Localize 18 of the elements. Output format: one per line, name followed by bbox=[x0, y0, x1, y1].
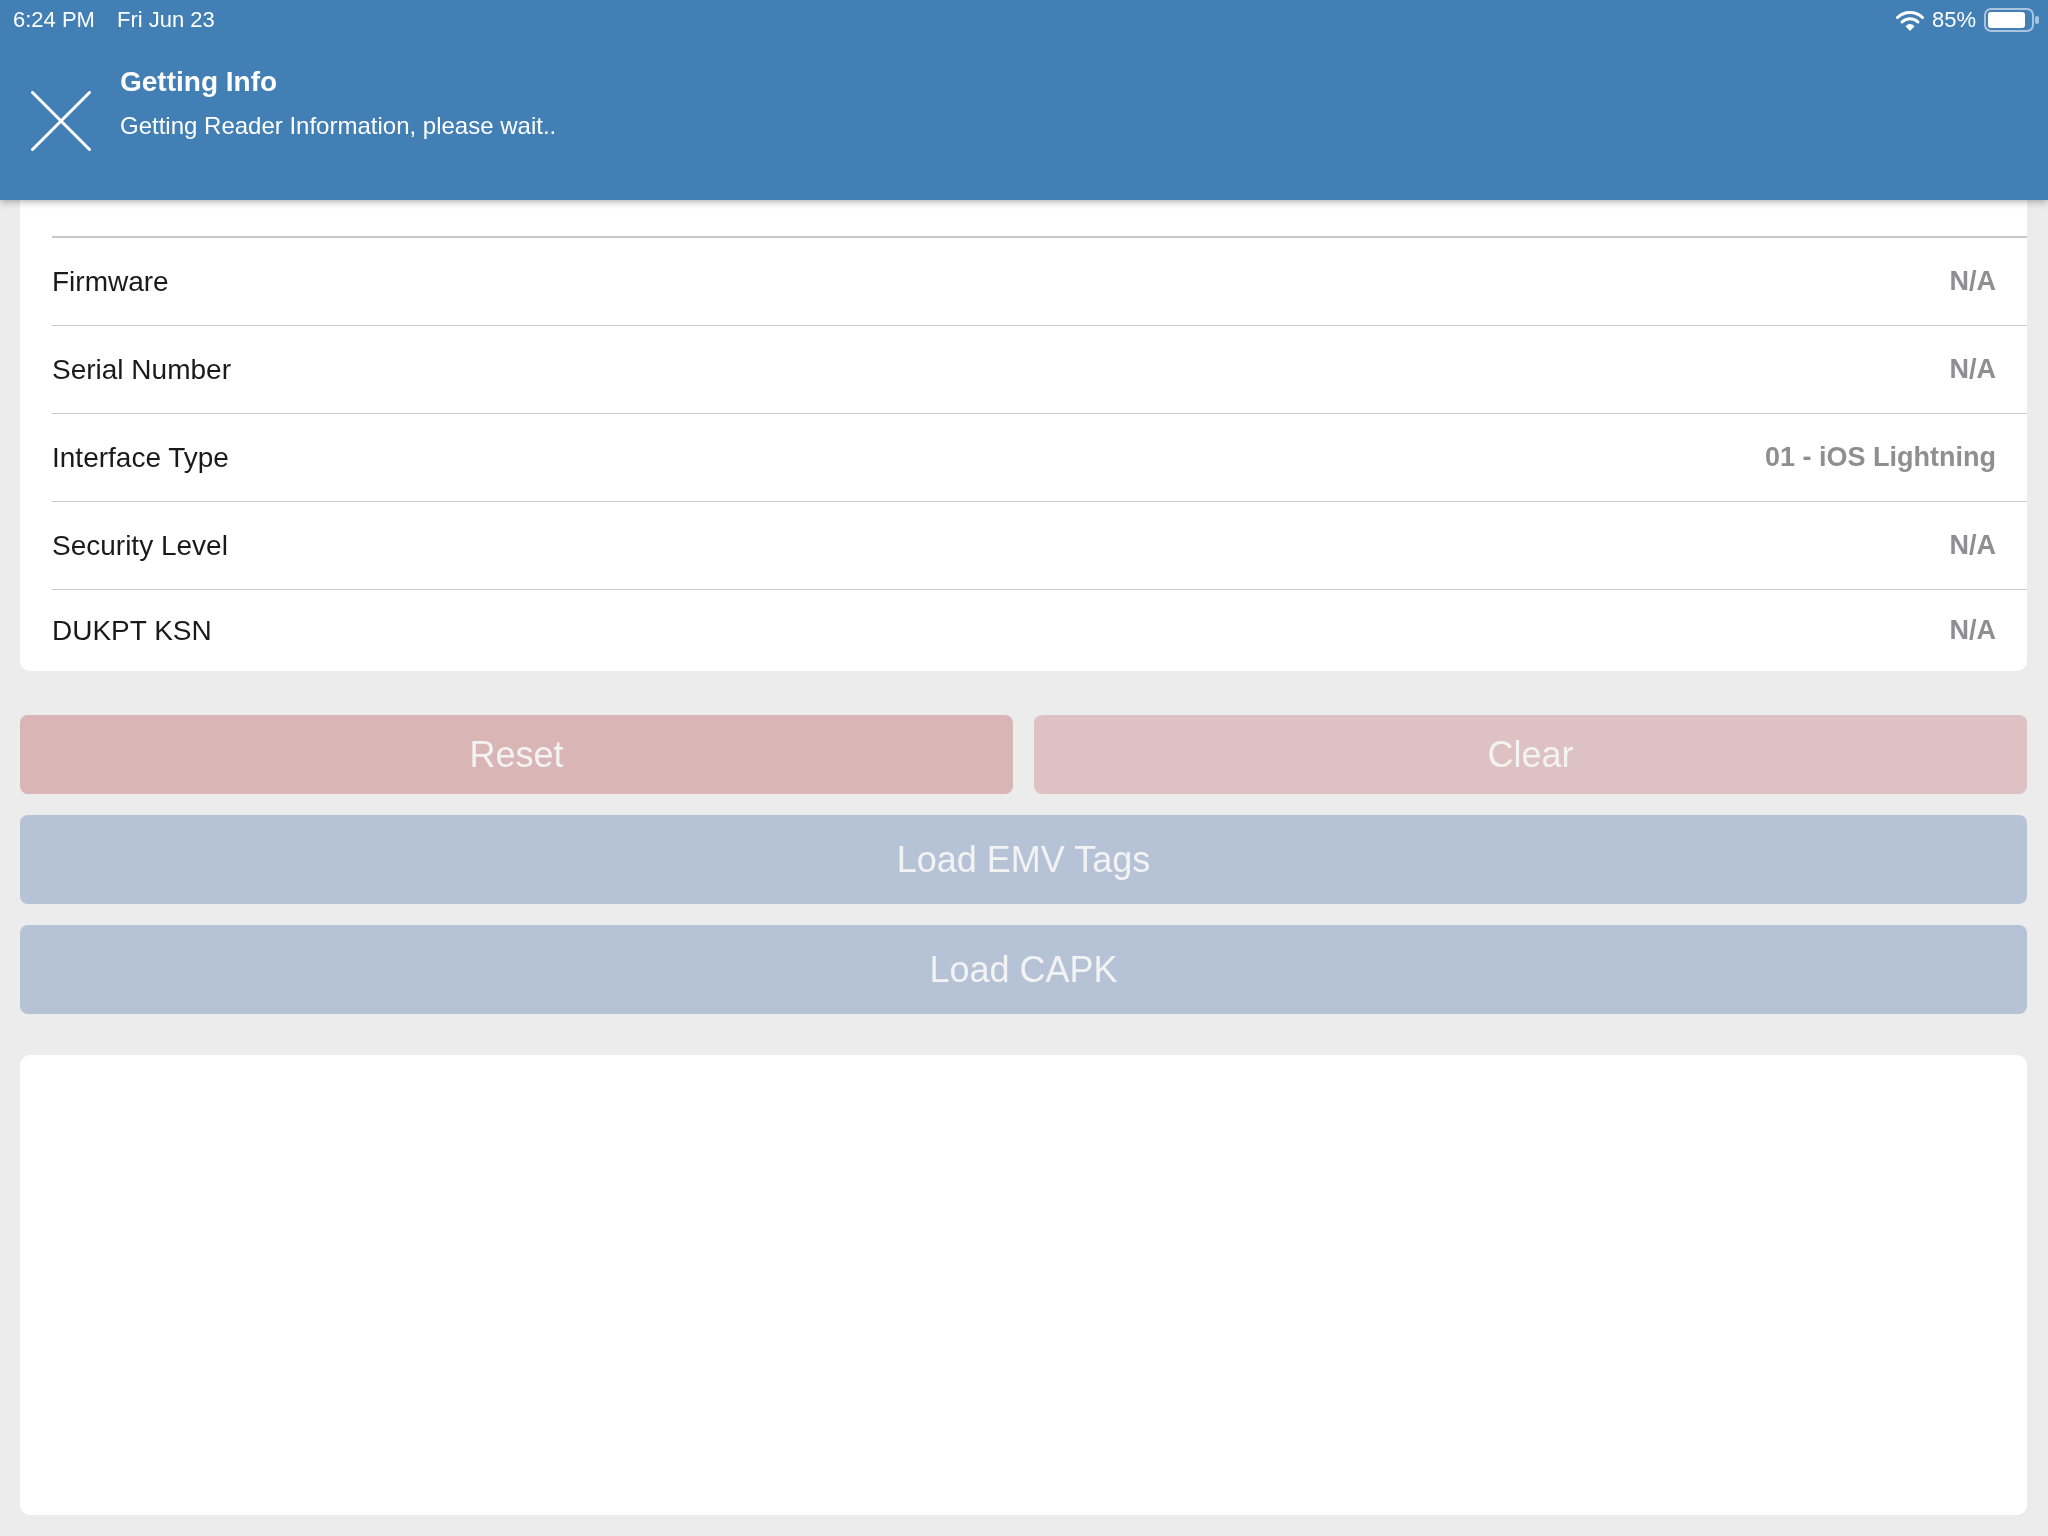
wifi-icon bbox=[1895, 9, 1924, 31]
status-date: Fri Jun 23 bbox=[116, 7, 215, 33]
row-value: N/A bbox=[1949, 266, 1996, 297]
row-label: DUKPT KSN bbox=[52, 614, 212, 647]
close-icon[interactable] bbox=[31, 91, 91, 151]
battery-icon bbox=[1984, 8, 2040, 32]
row-label: Serial Number bbox=[52, 353, 231, 386]
row-value: N/A bbox=[1949, 530, 1996, 561]
banner-title: Getting Info bbox=[120, 65, 279, 99]
row-value: 01 - iOS Lightning bbox=[1765, 442, 1996, 473]
row-label: Security Level bbox=[52, 529, 228, 562]
row-value: N/A bbox=[1949, 354, 1996, 385]
battery-percent: 85% bbox=[1931, 7, 1976, 33]
status-time: 6:24 PM bbox=[13, 7, 95, 33]
banner-message: Getting Reader Information, please wait.. bbox=[120, 111, 557, 141]
row-label: Firmware bbox=[52, 265, 169, 298]
row-label: Interface Type bbox=[52, 441, 229, 474]
row-value: N/A bbox=[1949, 615, 1996, 646]
